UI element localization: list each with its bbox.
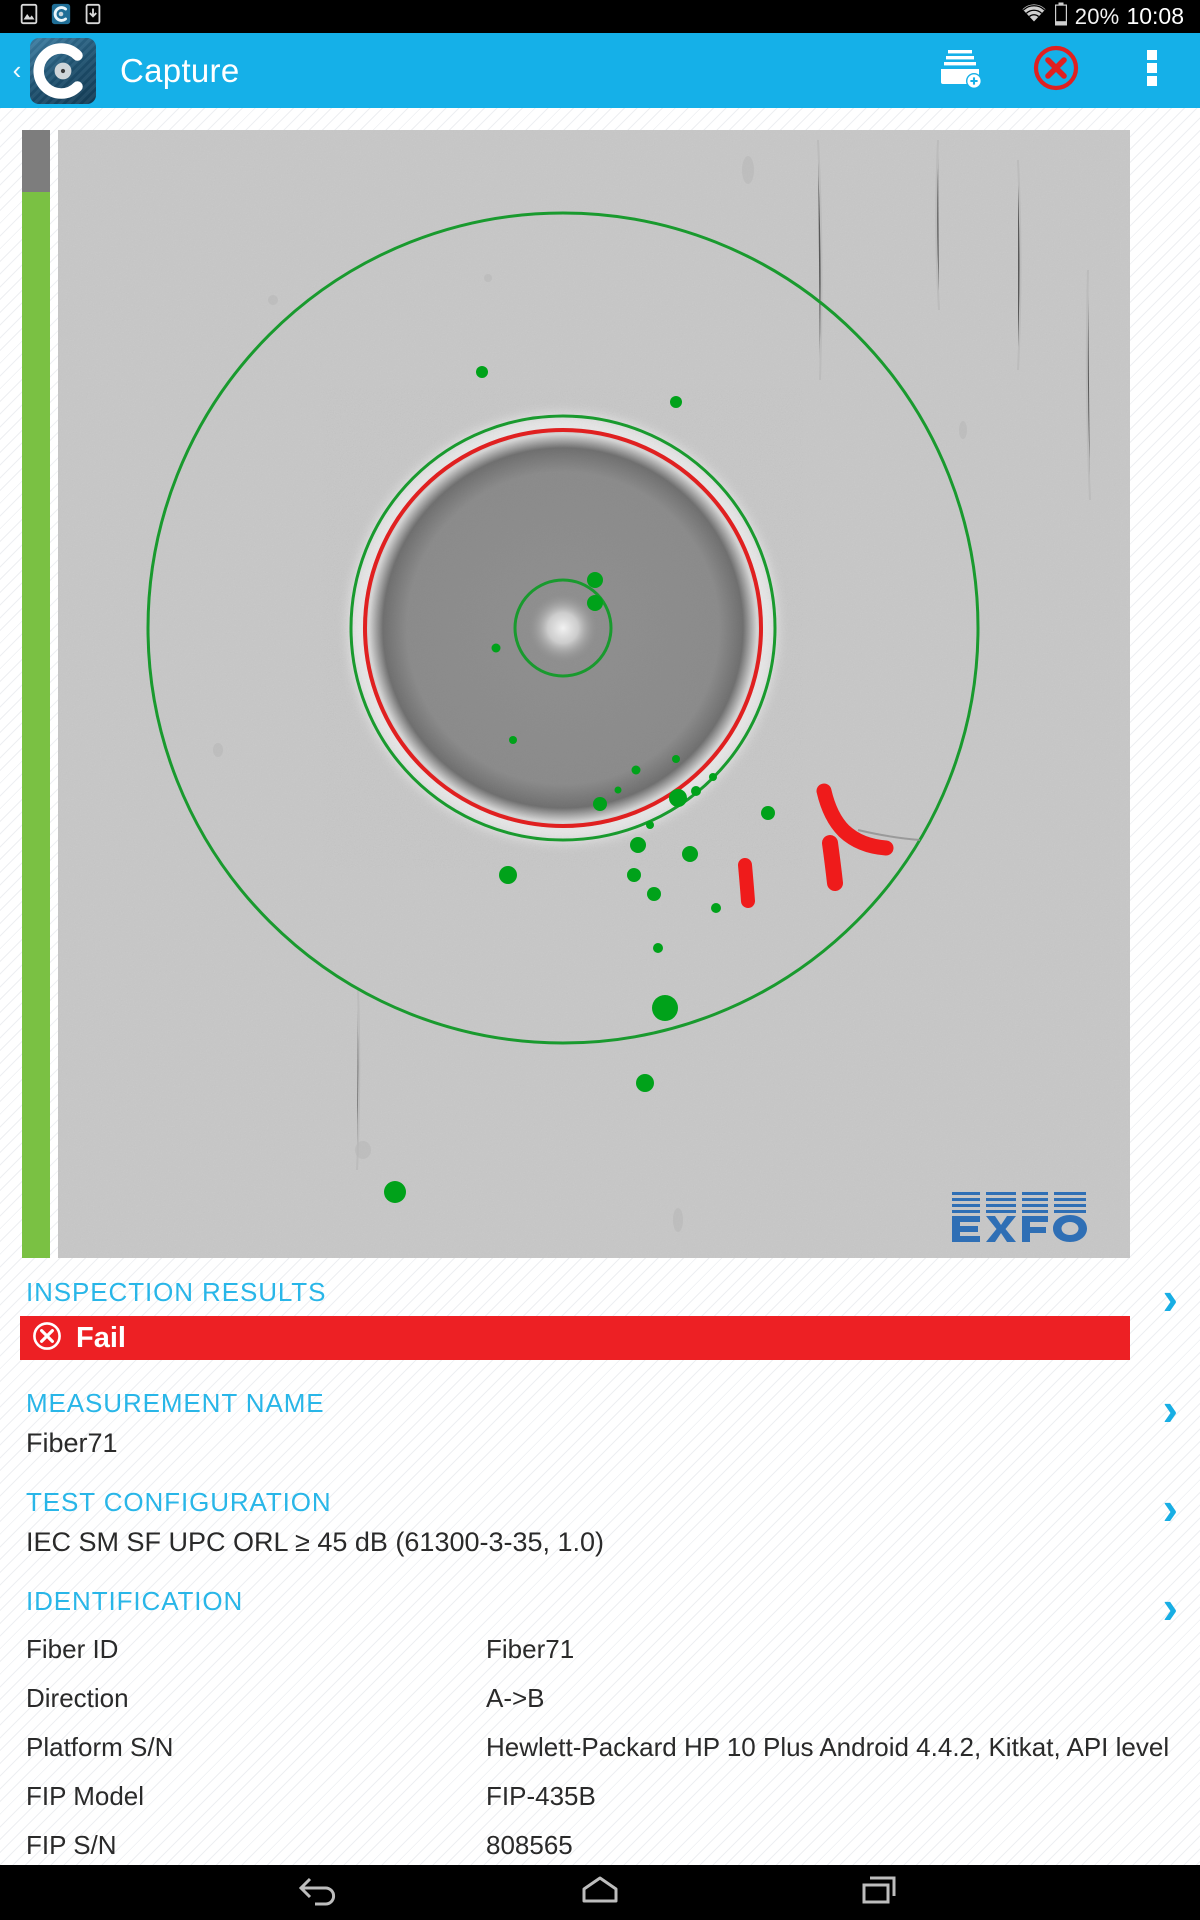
table-row: FIP S/N 808565	[26, 1821, 1174, 1870]
connectormax-logo-icon[interactable]	[30, 37, 96, 104]
status-system-icons: 20% 10:08	[1021, 2, 1200, 31]
section-test-configuration[interactable]: TEST CONFIGURATION IEC SM SF UPC ORL ≥ 4…	[0, 1473, 1200, 1558]
nav-home-icon	[578, 1873, 622, 1912]
table-row: Fiber ID Fiber71	[26, 1625, 1174, 1674]
table-cell-key: Fiber ID	[26, 1634, 119, 1664]
identification-label: IDENTIFICATION	[26, 1586, 244, 1616]
download-icon	[82, 3, 104, 30]
android-status-bar: 20% 10:08	[0, 0, 1200, 33]
battery-icon	[1054, 2, 1068, 31]
overflow-menu-button[interactable]	[1104, 33, 1200, 108]
app-bar: ‹ Capture	[0, 33, 1200, 108]
table-cell-value: 808565	[486, 1830, 573, 1860]
inspection-info: INSPECTION RESULTS Fail › MEASUREMENT NA…	[0, 1263, 1200, 1920]
app-screen: 20% 10:08 ‹ Capture INSPECTION RESULTS F…	[0, 0, 1200, 1920]
fail-status-button[interactable]	[1008, 33, 1104, 108]
table-row: Direction A->B	[26, 1674, 1174, 1723]
table-cell-value: Hewlett-Packard HP 10 Plus Android 4.4.2…	[486, 1732, 1170, 1762]
android-navigation-bar	[0, 1865, 1200, 1920]
inspection-results-label: INSPECTION RESULTS	[26, 1277, 327, 1307]
test-configuration-label: TEST CONFIGURATION	[26, 1487, 332, 1517]
back-chevron-icon[interactable]: ‹	[6, 55, 28, 86]
test-configuration-chevron-icon[interactable]: ›	[1163, 1485, 1178, 1531]
fiber-endface-image[interactable]	[58, 130, 1130, 1258]
table-cell-value: A->B	[486, 1683, 545, 1713]
section-inspection-results[interactable]: INSPECTION RESULTS Fail ›	[0, 1263, 1200, 1360]
measurement-name-chevron-icon[interactable]: ›	[1163, 1386, 1178, 1432]
nav-recents-button[interactable]	[835, 1865, 925, 1920]
save-to-report-button[interactable]	[912, 33, 1008, 108]
measurement-name-label: MEASUREMENT NAME	[26, 1388, 325, 1418]
table-cell-value: Fiber71	[486, 1634, 575, 1664]
identification-chevron-icon[interactable]: ›	[1163, 1584, 1178, 1630]
exfo-watermark	[950, 1186, 1106, 1244]
status-clock: 10:08	[1126, 3, 1184, 29]
nav-home-button[interactable]	[555, 1865, 645, 1920]
app-bar-actions	[912, 33, 1200, 108]
table-cell-key: FIP Model	[26, 1781, 145, 1811]
table-row: FIP Model FIP-435B	[26, 1772, 1174, 1821]
table-cell-value: FIP-435B	[486, 1781, 596, 1811]
overflow-menu-icon	[1146, 47, 1158, 94]
test-configuration-value: IEC SM SF UPC ORL ≥ 45 dB (61300-3-35, 1…	[26, 1527, 605, 1557]
focus-quality-bar-unfilled	[22, 130, 50, 192]
table-cell-key: FIP S/N	[26, 1830, 117, 1860]
inspection-results-chevron-icon[interactable]: ›	[1163, 1275, 1178, 1321]
connectormax-app-icon	[50, 3, 72, 30]
nav-recents-icon	[860, 1873, 900, 1912]
measurement-name-value: Fiber71	[26, 1428, 118, 1458]
battery-percentage: 20%	[1074, 3, 1120, 29]
section-measurement-name[interactable]: MEASUREMENT NAME Fiber71 ›	[0, 1374, 1200, 1459]
fail-status-icon	[1033, 45, 1079, 96]
wifi-icon	[1021, 3, 1047, 30]
table-cell-key: Direction	[26, 1683, 129, 1713]
content-area: INSPECTION RESULTS Fail › MEASUREMENT NA…	[0, 108, 1200, 1909]
status-badge: Fail	[20, 1316, 1130, 1360]
status-badge-label: Fail	[76, 1321, 126, 1354]
focus-quality-bar	[22, 130, 50, 1258]
nav-back-icon	[298, 1873, 342, 1912]
save-to-report-icon	[936, 47, 984, 94]
page-title: Capture	[120, 51, 240, 89]
status-notification-icons	[0, 3, 104, 30]
fail-circle-x-icon	[32, 1321, 62, 1356]
nav-back-button[interactable]	[275, 1865, 365, 1920]
image-icon	[18, 3, 40, 30]
fiber-image-panel	[0, 108, 1200, 1263]
table-cell-key: Platform S/N	[26, 1732, 174, 1762]
table-row: Platform S/N Hewlett-Packard HP 10 Plus A…	[26, 1723, 1174, 1772]
